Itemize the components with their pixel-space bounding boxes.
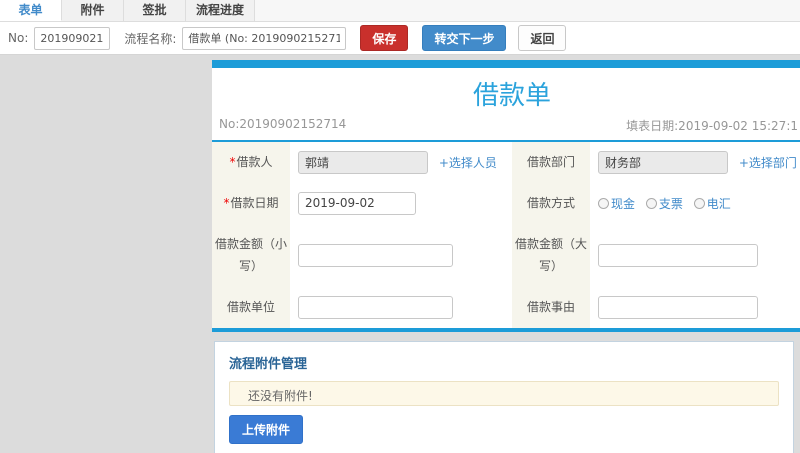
tab-attachments[interactable]: 附件 xyxy=(62,0,124,21)
no-label: No: xyxy=(8,31,29,45)
tab-progress[interactable]: 流程进度 xyxy=(186,0,256,21)
radio-wire-transfer[interactable]: 电汇 xyxy=(693,196,731,211)
select-person-link[interactable]: +选择人员 xyxy=(439,156,497,170)
amount-upper-input[interactable] xyxy=(598,243,758,267)
no-input[interactable] xyxy=(34,26,111,50)
process-name-label: 流程名称: xyxy=(124,31,177,46)
radio-label: 支票 xyxy=(658,196,683,211)
upload-attachment-button[interactable]: 上传附件 xyxy=(229,414,304,444)
radio-cheque[interactable]: 支票 xyxy=(645,196,683,211)
loan-form-table: *借款人 +选择人员 借款部门 +选择部门 *借款日期 借款方式 现金 xyxy=(212,142,800,328)
table-row: 借款单位 借款事由 xyxy=(212,287,800,328)
borrower-input[interactable] xyxy=(298,150,428,174)
tab-form[interactable]: 表单 xyxy=(0,0,62,21)
loan-date-input[interactable] xyxy=(298,191,416,215)
department-input[interactable] xyxy=(598,150,728,174)
unit-label: 借款单位 xyxy=(226,300,275,315)
no-attachments-message: 还没有附件! xyxy=(229,380,779,406)
radio-label: 现金 xyxy=(611,196,636,211)
attachments-heading: 流程附件管理 xyxy=(229,356,308,372)
table-row: *借款人 +选择人员 借款部门 +选择部门 xyxy=(212,142,800,183)
required-asterisk: * xyxy=(229,155,236,169)
form-meta-row: No:20190902152714 填表日期:2019-09-02 15:27:… xyxy=(212,115,800,142)
document-area: 借款单 No:20190902152714 填表日期:2019-09-02 15… xyxy=(212,60,800,453)
radio-icon xyxy=(645,197,657,209)
table-row: *借款日期 借款方式 现金 支票 电汇 xyxy=(212,182,800,224)
radio-icon xyxy=(693,197,705,209)
forward-next-button[interactable]: 转交下一步 xyxy=(422,25,507,51)
tab-bar: 表单 附件 签批 流程进度 xyxy=(0,0,800,22)
required-asterisk: * xyxy=(223,195,230,210)
amount-lower-label: 借款金额（小写） xyxy=(215,236,288,274)
amount-lower-input[interactable] xyxy=(298,243,453,267)
amount-upper-label: 借款金额（大写） xyxy=(515,236,588,274)
radio-label: 电汇 xyxy=(706,196,731,211)
fill-date: 填表日期:2019-09-02 15:27:1 xyxy=(626,119,798,133)
unit-input[interactable] xyxy=(298,296,453,320)
tab-approval[interactable]: 签批 xyxy=(124,0,186,21)
doc-no: No:20190902152714 xyxy=(219,117,347,131)
attachments-panel: 流程附件管理 还没有附件! 上传附件 xyxy=(214,340,794,453)
form-title: 借款单 xyxy=(472,81,551,111)
reason-label: 借款事由 xyxy=(526,300,575,315)
select-department-link[interactable]: +选择部门 xyxy=(739,156,797,170)
method-label: 借款方式 xyxy=(526,195,575,210)
reason-input[interactable] xyxy=(598,296,758,320)
loan-form-panel: 借款单 No:20190902152714 填表日期:2019-09-02 15… xyxy=(212,60,800,332)
loan-date-label: 借款日期 xyxy=(230,195,279,210)
command-bar: No: 流程名称: 保存 转交下一步 返回 xyxy=(0,22,800,55)
borrower-label: 借款人 xyxy=(236,155,273,169)
save-button[interactable]: 保存 xyxy=(360,25,409,51)
radio-icon xyxy=(598,197,609,209)
table-row: 借款金额（小写） 借款金额（大写） xyxy=(212,223,800,288)
department-label: 借款部门 xyxy=(526,155,575,169)
back-button[interactable]: 返回 xyxy=(518,25,567,51)
process-name-input[interactable] xyxy=(182,26,347,50)
radio-cash[interactable]: 现金 xyxy=(598,197,635,211)
